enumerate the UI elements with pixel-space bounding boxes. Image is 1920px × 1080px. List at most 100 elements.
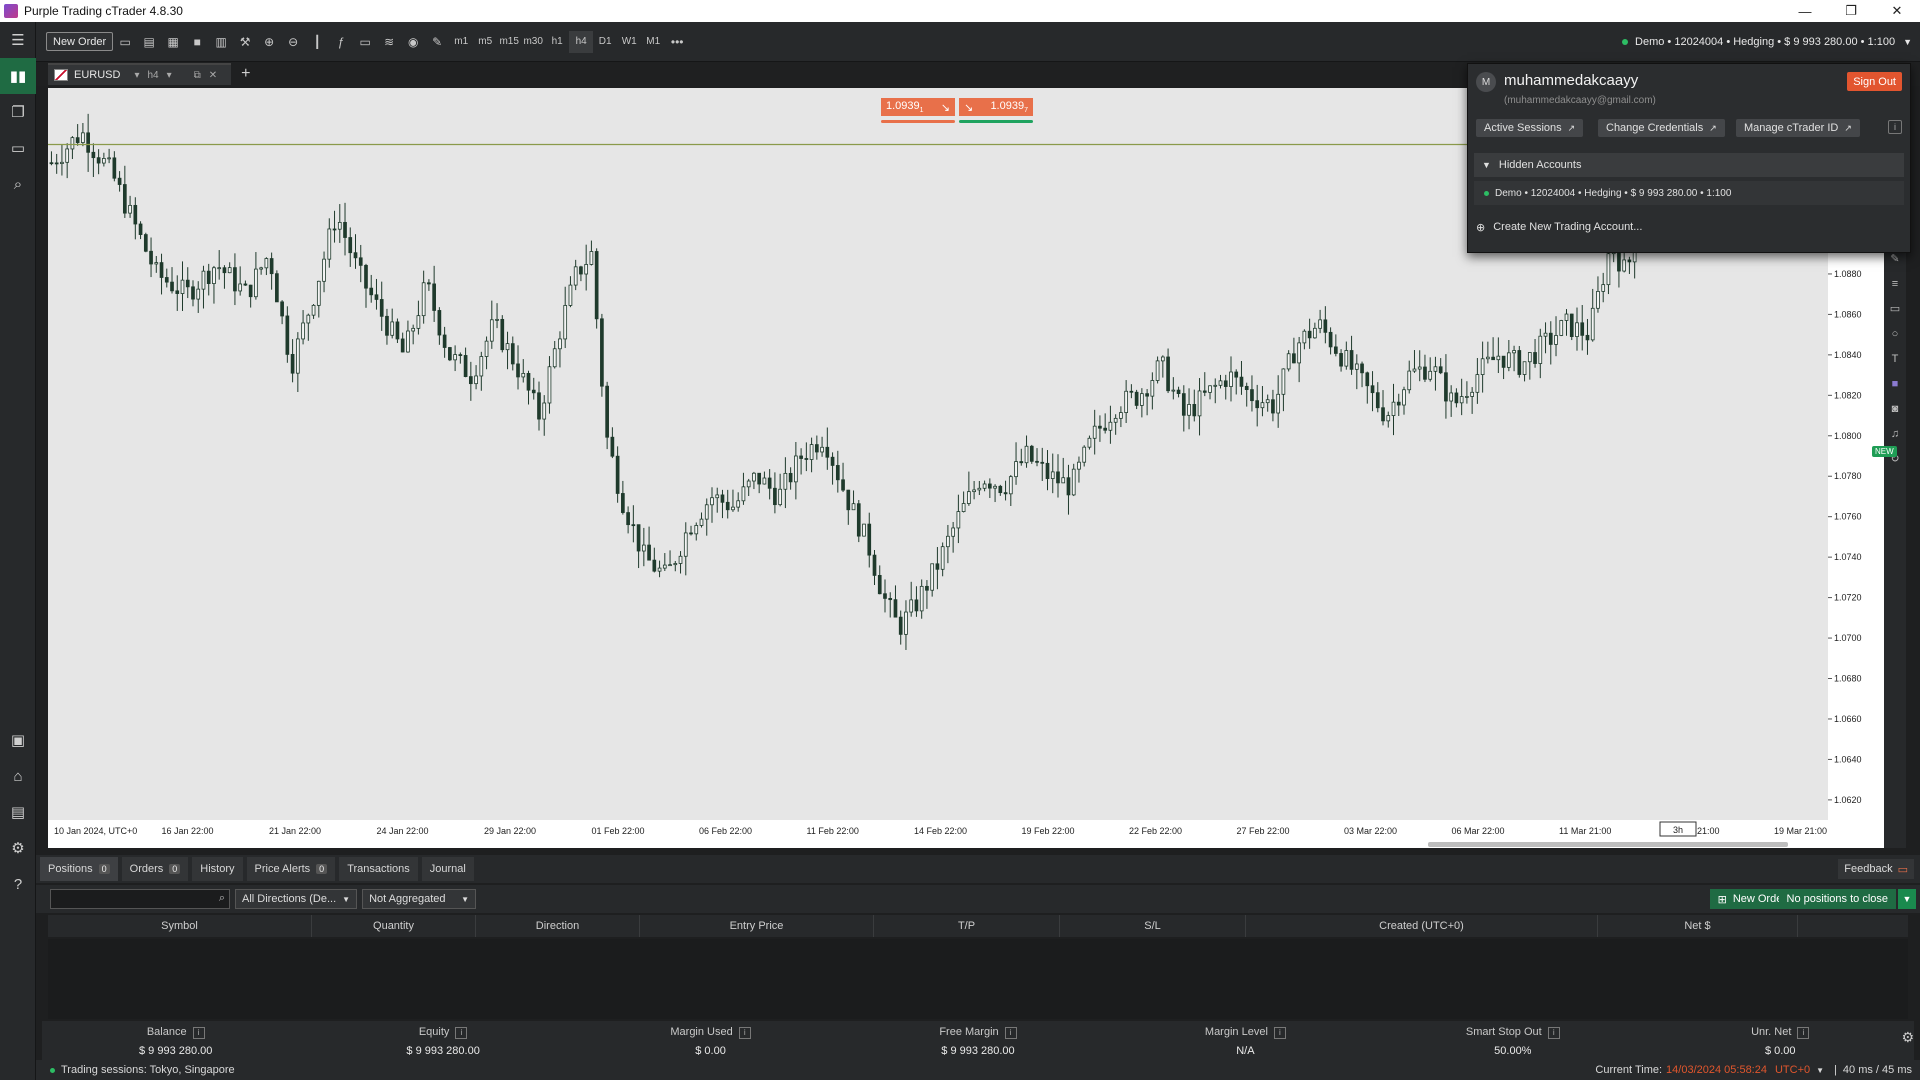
candle-body	[154, 262, 159, 265]
grid-icon[interactable]: ▦	[161, 31, 185, 53]
candles-icon[interactable]: ┃	[305, 31, 329, 53]
timezone-select[interactable]: UTC+0	[1775, 1064, 1810, 1076]
drawings-icon[interactable]: ✎	[425, 31, 449, 53]
screen-icon[interactable]: ▤	[0, 794, 36, 830]
close-positions-button[interactable]: No positions to close	[1778, 889, 1896, 909]
timeframe-mn1[interactable]: M1	[641, 31, 665, 53]
tab-price-alerts[interactable]: Price Alerts 0	[246, 857, 336, 881]
help-icon[interactable]: ?	[0, 866, 36, 902]
layers-icon[interactable]: ≋	[377, 31, 401, 53]
change-credentials-button[interactable]: Change Credentials ↗	[1598, 119, 1725, 137]
chevron-down-icon[interactable]: ▾	[167, 70, 172, 81]
fibonacci-icon[interactable]: ≡	[1884, 271, 1906, 296]
sign-out-button[interactable]: Sign Out	[1847, 72, 1902, 91]
candle-body	[107, 157, 111, 160]
trade-icon[interactable]: ▮▮	[0, 58, 36, 94]
buy-quote-button[interactable]: ↘ 1.09397	[959, 98, 1033, 116]
timeframe-m1[interactable]: m1	[449, 31, 473, 53]
tab-journal[interactable]: Journal	[421, 857, 474, 881]
close-button[interactable]: ✕	[1874, 0, 1920, 22]
candle-body	[390, 321, 395, 336]
minimize-button[interactable]: —	[1782, 0, 1828, 22]
close-icon[interactable]: ✕	[209, 70, 217, 81]
manage-ctrader-id-button[interactable]: Manage cTrader ID ↗	[1736, 119, 1860, 137]
hidden-accounts-header[interactable]: ▼ Hidden Accounts	[1474, 153, 1904, 177]
column-header[interactable]: T/P	[874, 915, 1060, 937]
info-icon[interactable]: i	[738, 1027, 751, 1039]
detach-icon[interactable]: ⧉	[194, 70, 201, 81]
change-credentials-label: Change Credentials	[1606, 122, 1704, 134]
create-account-button[interactable]: ⊕ Create New Trading Account...	[1476, 217, 1642, 237]
info-icon[interactable]: i	[455, 1027, 468, 1039]
camera-icon[interactable]: ◙	[1884, 396, 1906, 421]
info-icon[interactable]: i	[1547, 1027, 1560, 1039]
rectangle-icon[interactable]: ▭	[1884, 296, 1906, 321]
menu-icon[interactable]: ☰	[0, 22, 36, 58]
info-icon[interactable]: i	[1273, 1027, 1286, 1039]
y-tick-label: 1.0620	[1834, 795, 1862, 805]
tab-transactions[interactable]: Transactions	[339, 857, 418, 881]
color-icon[interactable]: ■	[1884, 371, 1906, 396]
aggregation-filter-select[interactable]: Not Aggregated ▼	[362, 889, 477, 909]
timeframe-h1[interactable]: h1	[545, 31, 569, 53]
timeframe-m5[interactable]: m5	[473, 31, 497, 53]
indicators-icon[interactable]: ƒ	[329, 31, 353, 53]
split-chart-icon[interactable]: ▥	[209, 31, 233, 53]
candle-body	[1590, 307, 1595, 341]
y-tick-label: 1.0840	[1834, 350, 1862, 360]
templates-icon[interactable]: ▭	[353, 31, 377, 53]
layout-icon[interactable]: ▤	[137, 31, 161, 53]
add-chart-tab-button[interactable]: +	[241, 65, 250, 83]
chart-settings-icon[interactable]: ⚒	[233, 31, 257, 53]
info-icon[interactable]: i	[192, 1027, 205, 1039]
timeframe-d1[interactable]: D1	[593, 31, 617, 53]
feedback-button[interactable]: Feedback ▭	[1838, 859, 1914, 879]
eye-icon[interactable]: ◉	[401, 31, 425, 53]
chevron-down-icon[interactable]: ▾	[134, 70, 139, 81]
new-order-button[interactable]: New Order	[46, 32, 114, 51]
column-header[interactable]: Quantity	[312, 915, 476, 937]
tab-positions[interactable]: Positions 0	[40, 857, 118, 881]
hidden-account-item[interactable]: Demo • 12024004 • Hedging • $ 9 993 280.…	[1474, 181, 1904, 205]
chart-tab-eurusd[interactable]: EURUSD ▾ h4 ▾ ⧉ ✕	[48, 63, 232, 85]
gear-icon[interactable]: ⚙	[1901, 1029, 1914, 1046]
active-sessions-button[interactable]: Active Sessions ↗	[1476, 119, 1584, 137]
analyze-icon[interactable]: ⌕	[0, 166, 36, 202]
single-chart-icon[interactable]: ■	[185, 31, 209, 53]
zoom-out-icon[interactable]: ⊖	[281, 31, 305, 53]
store-icon[interactable]: ⌂	[0, 758, 36, 794]
column-header[interactable]: Direction	[476, 915, 640, 937]
copy-icon[interactable]: ❐	[0, 94, 36, 130]
account-selector[interactable]: Demo • 12024004 • Hedging • $ 9 993 280.…	[1622, 31, 1912, 53]
chart-mode-icon[interactable]: ▭	[113, 31, 137, 53]
chevron-down-icon[interactable]: ▼	[1816, 1066, 1824, 1075]
info-icon[interactable]: i	[1797, 1027, 1810, 1039]
sell-quote-button[interactable]: 1.09391 ↘	[881, 98, 955, 116]
timeframe-h4[interactable]: h4	[569, 30, 594, 53]
column-header[interactable]: Symbol	[48, 915, 312, 937]
info-icon[interactable]: i	[1888, 120, 1902, 134]
tab-history[interactable]: History	[192, 857, 243, 881]
alert-bell-icon[interactable]: ♫	[1884, 421, 1906, 446]
text-icon[interactable]: T	[1884, 346, 1906, 371]
wallet-icon[interactable]: ▭	[0, 130, 36, 166]
maximize-button[interactable]: ❐	[1828, 0, 1874, 22]
timeframe-m30[interactable]: m30	[521, 31, 545, 53]
ellipse-icon[interactable]: ○	[1884, 321, 1906, 346]
positions-search-input[interactable]: ⌕	[50, 889, 230, 909]
settings-icon[interactable]: ⚙	[0, 830, 36, 866]
briefcase-icon[interactable]: ▣	[0, 722, 36, 758]
timeframe-m15[interactable]: m15	[497, 31, 521, 53]
timeframe-w1[interactable]: W1	[617, 31, 641, 53]
direction-filter-select[interactable]: All Directions (De... ▼	[235, 889, 358, 909]
chevron-down-icon[interactable]: ▼	[1898, 889, 1916, 909]
column-header[interactable]: S/L	[1060, 915, 1246, 937]
tab-orders[interactable]: Orders 0	[121, 857, 189, 881]
chart-scrollbar[interactable]	[1428, 842, 1788, 847]
zoom-in-icon[interactable]: ⊕	[257, 31, 281, 53]
more-icon[interactable]: •••	[665, 31, 689, 53]
column-header[interactable]: Created (UTC+0)	[1246, 915, 1598, 937]
column-header[interactable]: Net $	[1598, 915, 1798, 937]
info-icon[interactable]: i	[1004, 1027, 1017, 1039]
column-header[interactable]: Entry Price	[640, 915, 874, 937]
